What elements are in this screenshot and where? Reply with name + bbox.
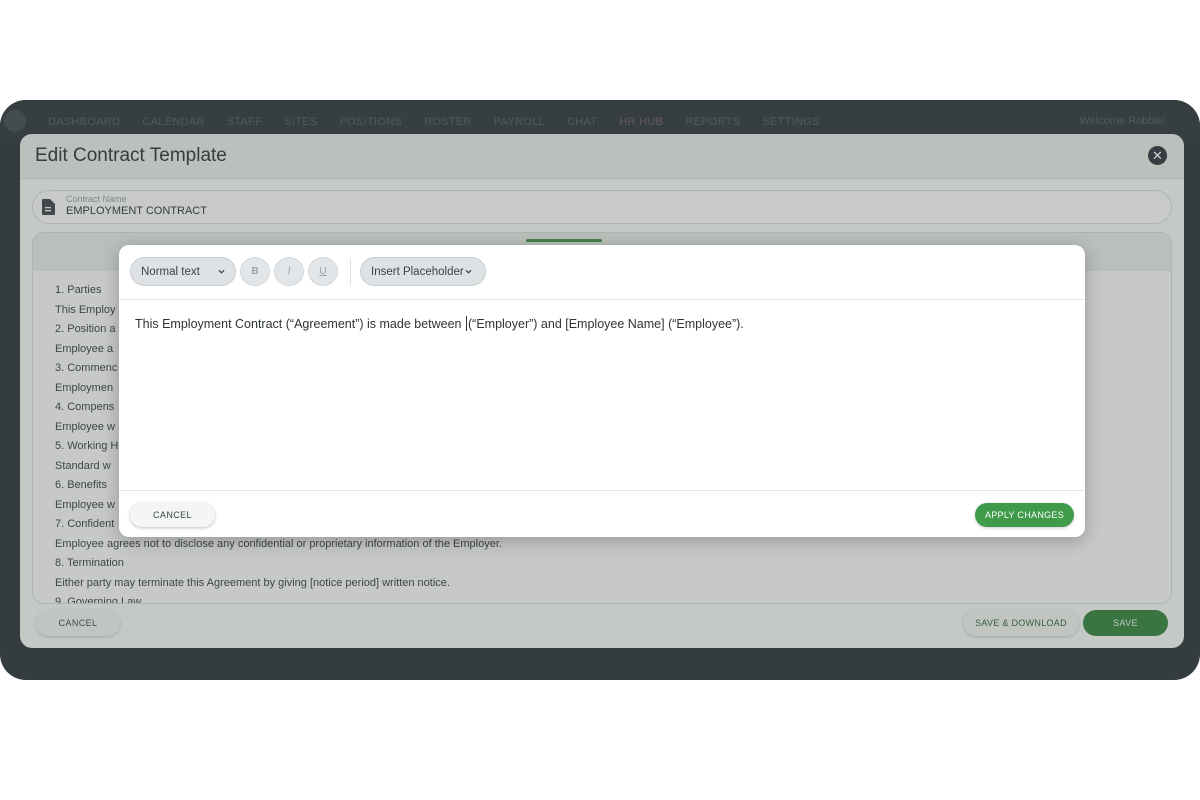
editor-content-area[interactable]: This Employment Contract (“Agreement”) i… <box>119 300 1085 490</box>
editor-toolbar: Normal text B I U Insert Placeholder <box>119 245 1085 300</box>
text-format-label: Normal text <box>141 266 200 278</box>
underline-button[interactable]: U <box>308 257 338 286</box>
app-frame: DASHBOARD CALENDAR STAFF SITES POSITIONS… <box>0 100 1200 680</box>
bold-button[interactable]: B <box>240 257 270 286</box>
editor-text-before-caret: This Employment Contract (“Agreement”) i… <box>135 317 465 331</box>
editor-text-after-caret: (“Employer”) and [Employee Name] (“Emplo… <box>468 317 744 331</box>
chevron-down-icon <box>465 269 472 274</box>
text-format-dropdown[interactable]: Normal text <box>130 257 236 286</box>
insert-placeholder-dropdown[interactable]: Insert Placeholder <box>360 257 486 286</box>
chevron-down-icon <box>218 269 225 274</box>
toolbar-divider <box>350 259 351 285</box>
italic-button[interactable]: I <box>274 257 304 286</box>
insert-placeholder-label: Insert Placeholder <box>371 266 464 278</box>
editor-text: This Employment Contract (“Agreement”) i… <box>135 316 744 331</box>
editor-footer: CANCEL APPLY CHANGES <box>119 490 1085 537</box>
apply-changes-button[interactable]: APPLY CHANGES <box>975 503 1074 527</box>
rich-text-editor-dialog: Normal text B I U Insert Placeholder Thi… <box>119 245 1085 537</box>
editor-cancel-button[interactable]: CANCEL <box>130 503 215 527</box>
text-caret <box>466 316 467 331</box>
